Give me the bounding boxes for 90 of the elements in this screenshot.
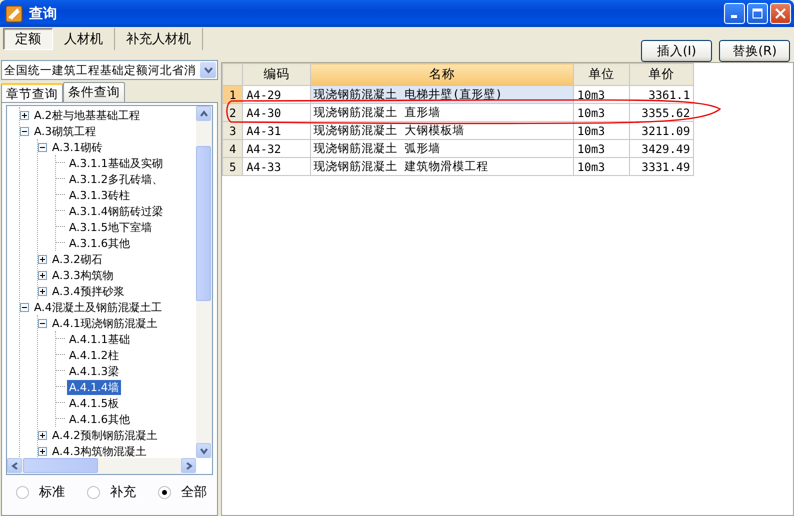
radio-label[interactable]: 全部 (181, 483, 207, 501)
horizontal-scrollbar[interactable] (7, 458, 196, 474)
maximize-icon (752, 8, 763, 19)
table-cell: A4-33 (242, 158, 310, 176)
table-cell: 3361.1 (629, 86, 694, 104)
row-header[interactable]: 1 (222, 86, 243, 104)
radio-label[interactable]: 标准 (39, 483, 65, 501)
table-cell: 3211.09 (629, 122, 694, 140)
tab[interactable]: 定额 (3, 28, 53, 50)
tree-item[interactable]: A.3.1.4钢筋砖过梁 (67, 204, 165, 218)
close-button[interactable] (770, 3, 791, 24)
tree-item[interactable]: A.4.1.5板 (67, 396, 121, 410)
scroll-left-icon[interactable] (7, 458, 22, 473)
tree-item[interactable]: A.3.1.5地下室墙 (67, 220, 154, 234)
expand-icon[interactable] (38, 430, 47, 440)
table-cell: 现浇钢筋混凝土 建筑物滑模工程 (310, 158, 574, 176)
tab[interactable]: 补充人材机 (115, 28, 203, 50)
scrollbar-thumb[interactable] (196, 146, 211, 301)
close-icon (775, 8, 786, 19)
tree-item[interactable]: A.4.2预制钢筋混凝土 (50, 428, 160, 442)
column-header[interactable]: 编码 (242, 64, 310, 86)
table-cell: 10m3 (574, 122, 630, 140)
table-cell: 10m3 (574, 140, 630, 158)
row-header[interactable]: 3 (222, 122, 243, 140)
vertical-scrollbar[interactable] (196, 106, 212, 458)
window-title: 查询 (29, 4, 58, 22)
tree-item[interactable]: A.4.1.6其他 (67, 412, 132, 426)
table-cell: 3429.49 (629, 140, 694, 158)
radio-button[interactable] (87, 486, 100, 498)
expand-icon[interactable] (38, 446, 47, 456)
tab[interactable]: 条件查询 (63, 82, 125, 102)
collapse-icon[interactable] (20, 126, 29, 136)
tree-item[interactable]: A.3.1.1基础及实砌 (67, 156, 165, 170)
corner-cell (222, 64, 243, 86)
tab[interactable]: 人材机 (53, 28, 115, 50)
table-cell: 3331.49 (629, 158, 694, 176)
maximize-button[interactable] (747, 3, 768, 24)
radio-button[interactable] (16, 486, 29, 498)
action-button[interactable]: 插入(I) (641, 40, 712, 62)
tree-item[interactable]: A.3砌筑工程 (32, 124, 98, 138)
quota-library-dropdown[interactable]: 全国统一建筑工程基础定额河北省消 (1, 60, 218, 80)
scroll-up-icon[interactable] (196, 106, 211, 121)
column-header[interactable]: 名称 (310, 64, 574, 86)
radio-label[interactable]: 补充 (110, 483, 136, 501)
table-cell: A4-30 (242, 104, 310, 122)
tree-item[interactable]: A.3.1.3砖柱 (67, 188, 132, 202)
minimize-button[interactable] (724, 3, 745, 24)
tree-item[interactable]: A.3.2砌石 (50, 252, 104, 266)
action-button[interactable]: 替换(R) (719, 40, 790, 62)
expand-icon[interactable] (20, 110, 29, 120)
expand-icon[interactable] (38, 270, 47, 280)
table-cell: 10m3 (574, 104, 630, 122)
scroll-down-icon[interactable] (196, 443, 211, 458)
tree-item[interactable]: A.4混凝土及钢筋混凝土工 (32, 300, 164, 314)
tree-item[interactable]: A.4.1.3梁 (67, 364, 121, 378)
tree-item[interactable]: A.4.1.4墙 (67, 380, 121, 394)
tab[interactable]: 章节查询 (1, 83, 63, 102)
table-cell: 现浇钢筋混凝土 大钢模板墙 (310, 122, 574, 140)
tree-item[interactable]: A.3.1.6其他 (67, 236, 132, 250)
table-cell: 现浇钢筋混凝土 直形墙 (310, 104, 574, 122)
app-icon (5, 4, 23, 22)
column-header[interactable]: 单价 (629, 64, 694, 86)
tree-item[interactable]: A.2桩与地基基础工程 (32, 108, 142, 122)
collapse-icon[interactable] (20, 302, 29, 312)
dropdown-caret-icon[interactable] (200, 62, 216, 78)
tree-item[interactable]: A.4.1.2柱 (67, 348, 121, 362)
tree-item[interactable]: A.3.4预拌砂浆 (50, 284, 126, 298)
radio-button[interactable] (158, 486, 171, 498)
scroll-right-icon[interactable] (181, 458, 196, 473)
tree-item[interactable]: A.4.3构筑物混凝土 (50, 444, 148, 458)
table-cell: 3355.62 (629, 104, 694, 122)
row-header[interactable]: 4 (222, 140, 243, 158)
table-cell: A4-32 (242, 140, 310, 158)
collapse-icon[interactable] (38, 142, 47, 152)
row-header[interactable]: 5 (222, 158, 243, 176)
table-cell: 10m3 (574, 158, 630, 176)
table-cell: A4-29 (242, 86, 310, 104)
tree-item[interactable]: A.3.3构筑物 (50, 268, 116, 282)
tree-item[interactable]: A.4.1现浇钢筋混凝土 (50, 316, 160, 330)
tree-item[interactable]: A.3.1砌砖 (50, 140, 104, 154)
scrollbar-thumb[interactable] (23, 458, 98, 473)
column-header[interactable]: 单位 (574, 64, 630, 86)
expand-icon[interactable] (38, 286, 47, 296)
expand-icon[interactable] (38, 254, 47, 264)
tree-item[interactable]: A.3.1.2多孔砖墙、 (67, 172, 165, 186)
table-cell: 10m3 (574, 86, 630, 104)
collapse-icon[interactable] (38, 318, 47, 328)
table-cell: 现浇钢筋混凝土 弧形墙 (310, 140, 574, 158)
tree-item[interactable]: A.4.1.1基础 (67, 332, 132, 346)
table-cell: A4-31 (242, 122, 310, 140)
